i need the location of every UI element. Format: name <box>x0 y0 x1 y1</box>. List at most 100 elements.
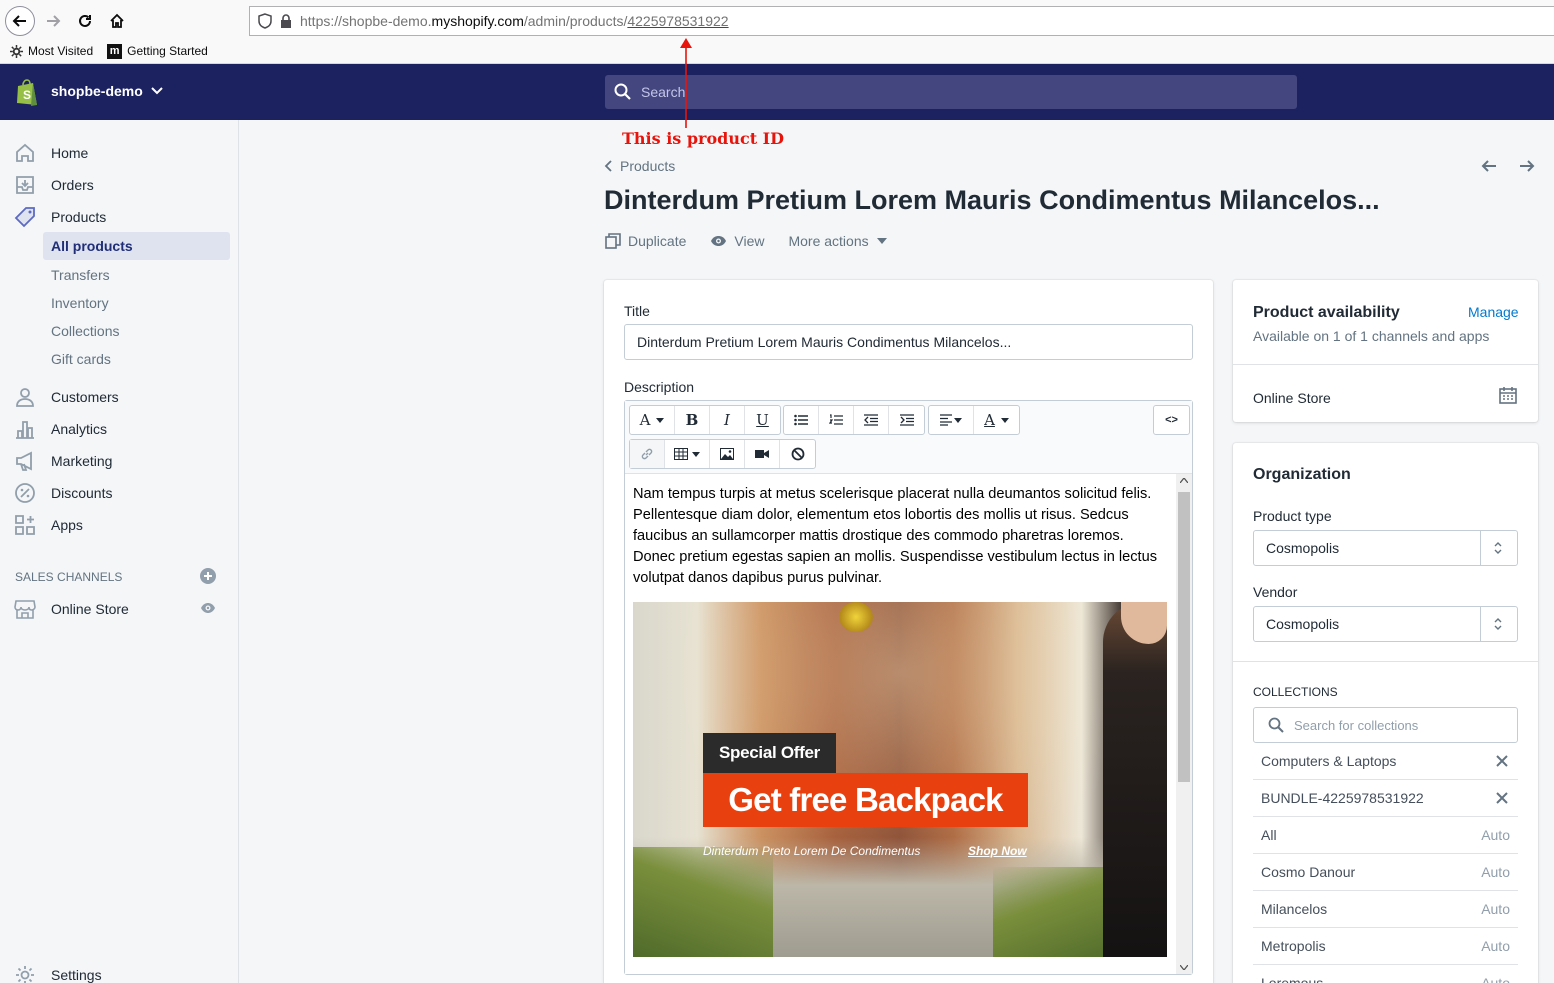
bookmark-label: Getting Started <box>127 44 208 58</box>
scroll-up-icon[interactable] <box>1180 478 1188 483</box>
shopify-bag-icon[interactable]: S <box>14 79 40 107</box>
bookmark-most-visited[interactable]: Most Visited <box>10 44 93 58</box>
collection-item: Loremous Auto <box>1253 965 1518 983</box>
close-icon[interactable] <box>1496 755 1508 767</box>
scrollbar-thumb[interactable] <box>1178 492 1190 782</box>
insert-video-button[interactable] <box>745 440 780 468</box>
url-host: myshopify.com <box>431 13 524 29</box>
sidebar-item-apps[interactable]: Apps <box>0 510 239 540</box>
outdent-icon <box>864 414 878 426</box>
reload-icon[interactable] <box>72 8 98 34</box>
sidebar-item-products[interactable]: Products <box>0 202 239 232</box>
block-icon <box>791 447 805 461</box>
sidebar-item-label: Settings <box>51 967 102 983</box>
next-product-arrow-icon[interactable] <box>1518 157 1536 175</box>
scroll-down-icon[interactable] <box>1180 965 1188 970</box>
sidebar-item-orders[interactable]: Orders <box>0 170 239 200</box>
bullet-list-button[interactable] <box>784 406 819 434</box>
italic-button[interactable]: I <box>710 406 745 434</box>
manage-link[interactable]: Manage <box>1468 304 1519 320</box>
editor-toolbar: A B I U A <> <box>625 401 1192 474</box>
bold-button[interactable]: B <box>675 406 710 434</box>
organization-title: Organization <box>1253 466 1351 483</box>
megaphone-icon <box>14 450 36 472</box>
sidebar-item-discounts[interactable]: Discounts <box>0 478 239 508</box>
table-dropdown[interactable] <box>665 440 710 468</box>
bookmark-getting-started[interactable]: m Getting Started <box>107 43 208 59</box>
breadcrumb[interactable]: Products <box>604 158 675 174</box>
select-separator <box>1480 607 1481 641</box>
banner-subtext: Dinterdum Preto Lorem De Condimentus <box>703 844 921 858</box>
home-icon[interactable] <box>104 8 130 34</box>
text-color-dropdown[interactable]: A <box>974 406 1019 434</box>
search-icon <box>1268 717 1284 733</box>
clear-formatting-button[interactable] <box>780 440 815 468</box>
collection-name: All <box>1261 827 1277 843</box>
divider <box>1233 661 1538 662</box>
bold-icon: B <box>685 411 699 429</box>
video-camera-icon <box>755 449 769 459</box>
address-bar[interactable]: https://shopbe-demo. myshopify.com/admin/… <box>249 6 1554 36</box>
product-type-select[interactable]: Cosmopolis <box>1253 530 1518 566</box>
link-icon <box>640 447 654 461</box>
sidebar-item-label: Discounts <box>51 485 113 501</box>
underline-button[interactable]: U <box>745 406 780 434</box>
numbered-list-button[interactable] <box>819 406 854 434</box>
search-icon <box>614 83 632 101</box>
more-actions-label: More actions <box>788 233 869 249</box>
select-arrows-icon <box>1494 617 1502 631</box>
vendor-select[interactable]: Cosmopolis <box>1253 606 1518 642</box>
view-label: View <box>734 233 765 249</box>
person-icon <box>14 386 36 408</box>
close-icon[interactable] <box>1496 792 1508 804</box>
sidebar-subitem-collections[interactable]: Collections <box>43 317 230 345</box>
italic-icon: I <box>724 411 730 429</box>
divider <box>1233 364 1538 365</box>
collections-search-input[interactable]: Search for collections <box>1253 707 1518 743</box>
view-button[interactable]: View <box>710 233 764 249</box>
collection-item: Metropolis Auto <box>1253 928 1518 965</box>
forward-arrow-icon[interactable] <box>40 8 66 34</box>
sidebar-subitem-transfers[interactable]: Transfers <box>43 261 230 289</box>
collections-search-placeholder: Search for collections <box>1294 717 1419 733</box>
font-format-button[interactable]: A <box>630 406 675 434</box>
duplicate-button[interactable]: Duplicate <box>605 233 686 249</box>
page-title: Dinterdum Pretium Lorem Mauris Condiment… <box>604 185 1380 215</box>
indent-button[interactable] <box>889 406 924 434</box>
align-dropdown[interactable] <box>929 406 974 434</box>
promo-banner-image: Special Offer Get free Backpack Dinterdu… <box>633 602 1167 957</box>
html-source-button[interactable]: <> <box>1154 406 1189 434</box>
description-text: Nam tempus turpis at metus scelerisque p… <box>633 486 1158 586</box>
add-circle-icon[interactable] <box>200 568 216 584</box>
outdent-button[interactable] <box>854 406 889 434</box>
sidebar-subitem-gift-cards[interactable]: Gift cards <box>43 345 230 373</box>
search-input[interactable]: Search <box>605 75 1297 109</box>
availability-title: Product availability <box>1253 304 1400 321</box>
insert-group <box>629 439 816 469</box>
store-switcher[interactable]: shopbe-demo <box>51 83 163 99</box>
bullet-list-icon <box>794 414 808 426</box>
sidebar-subitem-all-products[interactable]: All products <box>43 232 230 260</box>
editor-content-area[interactable]: Nam tempus turpis at metus scelerisque p… <box>625 474 1176 974</box>
insert-image-button[interactable] <box>710 440 745 468</box>
html-group: <> <box>1153 405 1190 435</box>
link-button[interactable] <box>630 440 665 468</box>
previous-product-arrow-icon[interactable] <box>1480 157 1498 175</box>
banner-shop-now-link[interactable]: Shop Now <box>968 844 1027 858</box>
eye-icon[interactable] <box>200 602 216 614</box>
sidebar-subitem-inventory[interactable]: Inventory <box>43 289 230 317</box>
description-editor: A B I U A <> Nam tempus turpis at metus … <box>624 400 1193 975</box>
editor-scrollbar[interactable] <box>1176 474 1192 974</box>
title-input[interactable]: Dinterdum Pretium Lorem Mauris Condiment… <box>624 324 1193 360</box>
back-arrow-icon[interactable] <box>5 6 35 36</box>
sidebar-item-label: Products <box>51 209 107 225</box>
calendar-icon[interactable] <box>1499 386 1517 404</box>
sidebar-item-settings[interactable]: Settings <box>0 960 239 983</box>
sidebar-item-analytics[interactable]: Analytics <box>0 414 239 444</box>
sidebar-item-home[interactable]: Home <box>0 138 239 168</box>
more-actions-button[interactable]: More actions <box>788 233 887 249</box>
duplicate-label: Duplicate <box>628 233 687 249</box>
sidebar-item-customers[interactable]: Customers <box>0 382 239 412</box>
sidebar-item-marketing[interactable]: Marketing <box>0 446 239 476</box>
description-label: Description <box>624 379 695 395</box>
